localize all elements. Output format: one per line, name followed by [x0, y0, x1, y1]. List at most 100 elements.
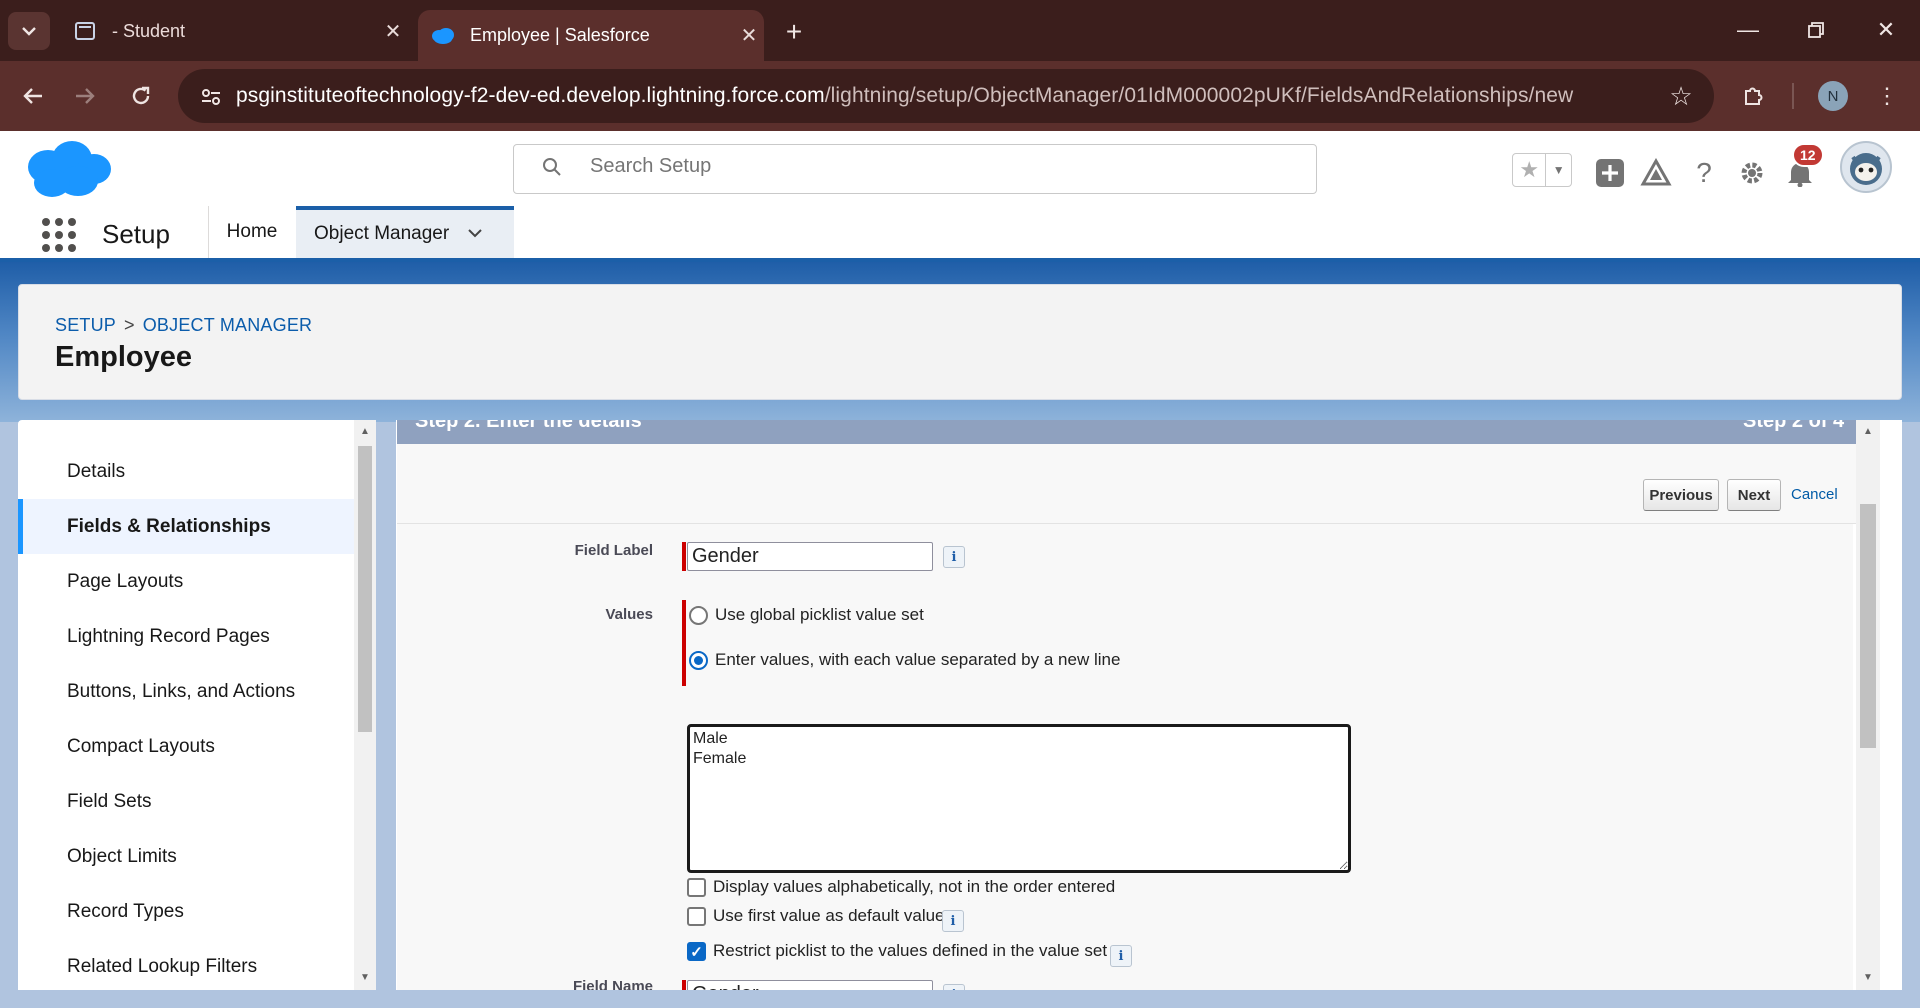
setup-search-box[interactable] — [513, 144, 1317, 194]
sidebar-item-buttons-links-actions[interactable]: Buttons, Links, and Actions — [18, 664, 354, 719]
url-text: psginstituteoftechnology-f2-dev-ed.devel… — [236, 84, 1573, 108]
minimize-icon[interactable]: — — [1720, 12, 1776, 48]
sidebar-item-field-sets[interactable]: Field Sets — [18, 774, 354, 829]
tab-title: - Student — [112, 20, 186, 41]
sidebar-item-label: Fields & Relationships — [67, 515, 271, 537]
default-value-checkbox[interactable] — [687, 907, 706, 926]
close-window-icon[interactable]: ✕ — [1858, 12, 1914, 48]
step-title: Step 2. Enter the details — [415, 420, 642, 432]
nav-tab-object-manager[interactable]: Object Manager — [296, 206, 514, 258]
required-indicator — [682, 600, 686, 686]
sidebar-item-label: Lightning Record Pages — [67, 625, 270, 647]
browser-tab-salesforce[interactable]: Employee | Salesforce ✕ — [418, 10, 764, 61]
scroll-down-arrow-icon[interactable]: ▼ — [1861, 972, 1875, 986]
sidebar-item-label: Details — [67, 460, 126, 482]
nav-tab-label: Object Manager — [314, 223, 450, 244]
profile-avatar[interactable]: N — [1818, 81, 1848, 111]
chevron-down-icon — [22, 27, 36, 36]
scroll-down-arrow-icon[interactable]: ▼ — [358, 972, 372, 986]
values-label: Values — [605, 606, 653, 623]
field-label-label: Field Label — [574, 542, 653, 559]
app-name: Setup — [102, 219, 170, 249]
sidebar-item-label: Buttons, Links, and Actions — [67, 680, 296, 702]
toolbar-divider — [1792, 83, 1794, 109]
favorites-dropdown-icon[interactable]: ▼ — [1546, 154, 1571, 186]
close-tab-icon[interactable]: ✕ — [734, 23, 764, 48]
sidebar-item-record-types[interactable]: Record Types — [18, 884, 354, 939]
breadcrumb-separator: > — [124, 315, 135, 335]
chevron-down-icon[interactable] — [467, 225, 483, 243]
address-bar[interactable]: psginstituteoftechnology-f2-dev-ed.devel… — [178, 69, 1714, 123]
breadcrumb-setup-link[interactable]: SETUP — [55, 315, 116, 335]
info-icon[interactable]: i — [1110, 945, 1132, 967]
object-page-header: SETUP > OBJECT MANAGER Employee — [18, 284, 1902, 400]
favorite-star-icon[interactable]: ★ — [1513, 154, 1547, 186]
required-indicator — [682, 542, 686, 571]
back-arrow-icon[interactable] — [14, 77, 52, 115]
main-scrollbar[interactable]: ▲ ▼ — [1856, 420, 1880, 990]
global-actions-plus-icon[interactable] — [1592, 155, 1628, 191]
sidebar-item-details[interactable]: Details — [18, 444, 354, 499]
more-menu-icon[interactable]: ⋮ — [1868, 77, 1906, 115]
trailhead-guidance-icon[interactable] — [1638, 155, 1674, 191]
picklist-values-textarea[interactable]: Male Female — [687, 724, 1351, 873]
new-tab-button[interactable]: + — [776, 14, 812, 50]
object-sidebar: Details Fields & Relationships Page Layo… — [18, 420, 376, 1008]
restrict-picklist-checkbox[interactable]: ✓ — [687, 942, 706, 961]
breadcrumb-object-manager-link[interactable]: OBJECT MANAGER — [143, 315, 313, 335]
sidebar-scrollbar[interactable]: ▲ ▼ — [354, 420, 376, 990]
salesforce-logo[interactable] — [22, 139, 112, 201]
enter-values-option-label: Enter values, with each value separated … — [715, 650, 1121, 669]
forward-arrow-icon[interactable] — [66, 77, 104, 115]
sidebar-item-label: Related Lookup Filters — [67, 955, 258, 977]
extensions-puzzle-icon[interactable] — [1734, 77, 1772, 115]
sidebar-item-label: Field Sets — [67, 790, 152, 812]
global-picklist-radio[interactable] — [689, 606, 708, 625]
info-icon[interactable]: i — [942, 910, 964, 932]
sidebar-item-fields-relationships[interactable]: Fields & Relationships — [18, 499, 354, 554]
alphabetical-checkbox-label: Display values alphabetically, not in th… — [713, 877, 1116, 896]
previous-button[interactable]: Previous — [1643, 479, 1719, 511]
url-host: psginstituteoftechnology-f2-dev-ed.devel… — [236, 84, 825, 107]
field-label-input[interactable] — [687, 542, 933, 571]
site-settings-icon[interactable] — [196, 82, 226, 112]
scroll-up-arrow-icon[interactable]: ▲ — [358, 426, 372, 440]
browser-tab-student[interactable]: - Student ✕ — [62, 10, 408, 52]
browser-toolbar: psginstituteoftechnology-f2-dev-ed.devel… — [0, 61, 1920, 131]
salesforce-cloud-icon — [430, 23, 456, 49]
page-bottom-edge — [0, 990, 1920, 1008]
cancel-link[interactable]: Cancel — [1791, 486, 1838, 503]
scrollbar-thumb[interactable] — [358, 446, 372, 732]
restore-icon[interactable] — [1788, 12, 1844, 48]
sidebar-item-page-layouts[interactable]: Page Layouts — [18, 554, 354, 609]
sidebar-item-label: Record Types — [67, 900, 184, 922]
info-icon[interactable]: i — [943, 546, 965, 568]
alphabetical-checkbox[interactable] — [687, 878, 706, 897]
tab-search-menu-button[interactable] — [8, 12, 50, 50]
student-tab-icon — [72, 18, 98, 44]
notification-count-badge: 12 — [1792, 143, 1824, 167]
close-tab-icon[interactable]: ✕ — [378, 19, 408, 44]
user-avatar[interactable] — [1840, 141, 1892, 193]
search-input[interactable] — [590, 155, 1190, 178]
enter-values-radio[interactable] — [689, 651, 708, 670]
restrict-picklist-checkbox-label: Restrict picklist to the values defined … — [713, 941, 1108, 960]
sidebar-item-lightning-record-pages[interactable]: Lightning Record Pages — [18, 609, 354, 664]
sidebar-item-label: Page Layouts — [67, 570, 184, 592]
bookmark-star-icon[interactable]: ☆ — [1666, 81, 1696, 111]
sidebar-item-object-limits[interactable]: Object Limits — [18, 829, 354, 884]
field-details-form: Field Label i Values Use global picklist… — [397, 524, 1853, 1008]
reload-icon[interactable] — [122, 77, 160, 115]
help-icon[interactable]: ? — [1686, 155, 1722, 191]
tab-title: Employee | Salesforce — [470, 25, 650, 45]
setup-app-nav: Setup Home Object Manager — [0, 206, 1920, 262]
nav-tab-home[interactable]: Home — [208, 206, 296, 258]
sidebar-item-compact-layouts[interactable]: Compact Layouts — [18, 719, 354, 774]
sidebar-item-related-lookup-filters[interactable]: Related Lookup Filters — [18, 939, 354, 994]
scrollbar-thumb[interactable] — [1860, 504, 1876, 748]
setup-gear-icon[interactable] — [1734, 155, 1770, 191]
step-counter: Step 2 of 4 — [1743, 420, 1845, 432]
next-button[interactable]: Next — [1727, 479, 1781, 511]
app-launcher-icon[interactable] — [42, 218, 76, 252]
scroll-up-arrow-icon[interactable]: ▲ — [1861, 426, 1875, 440]
